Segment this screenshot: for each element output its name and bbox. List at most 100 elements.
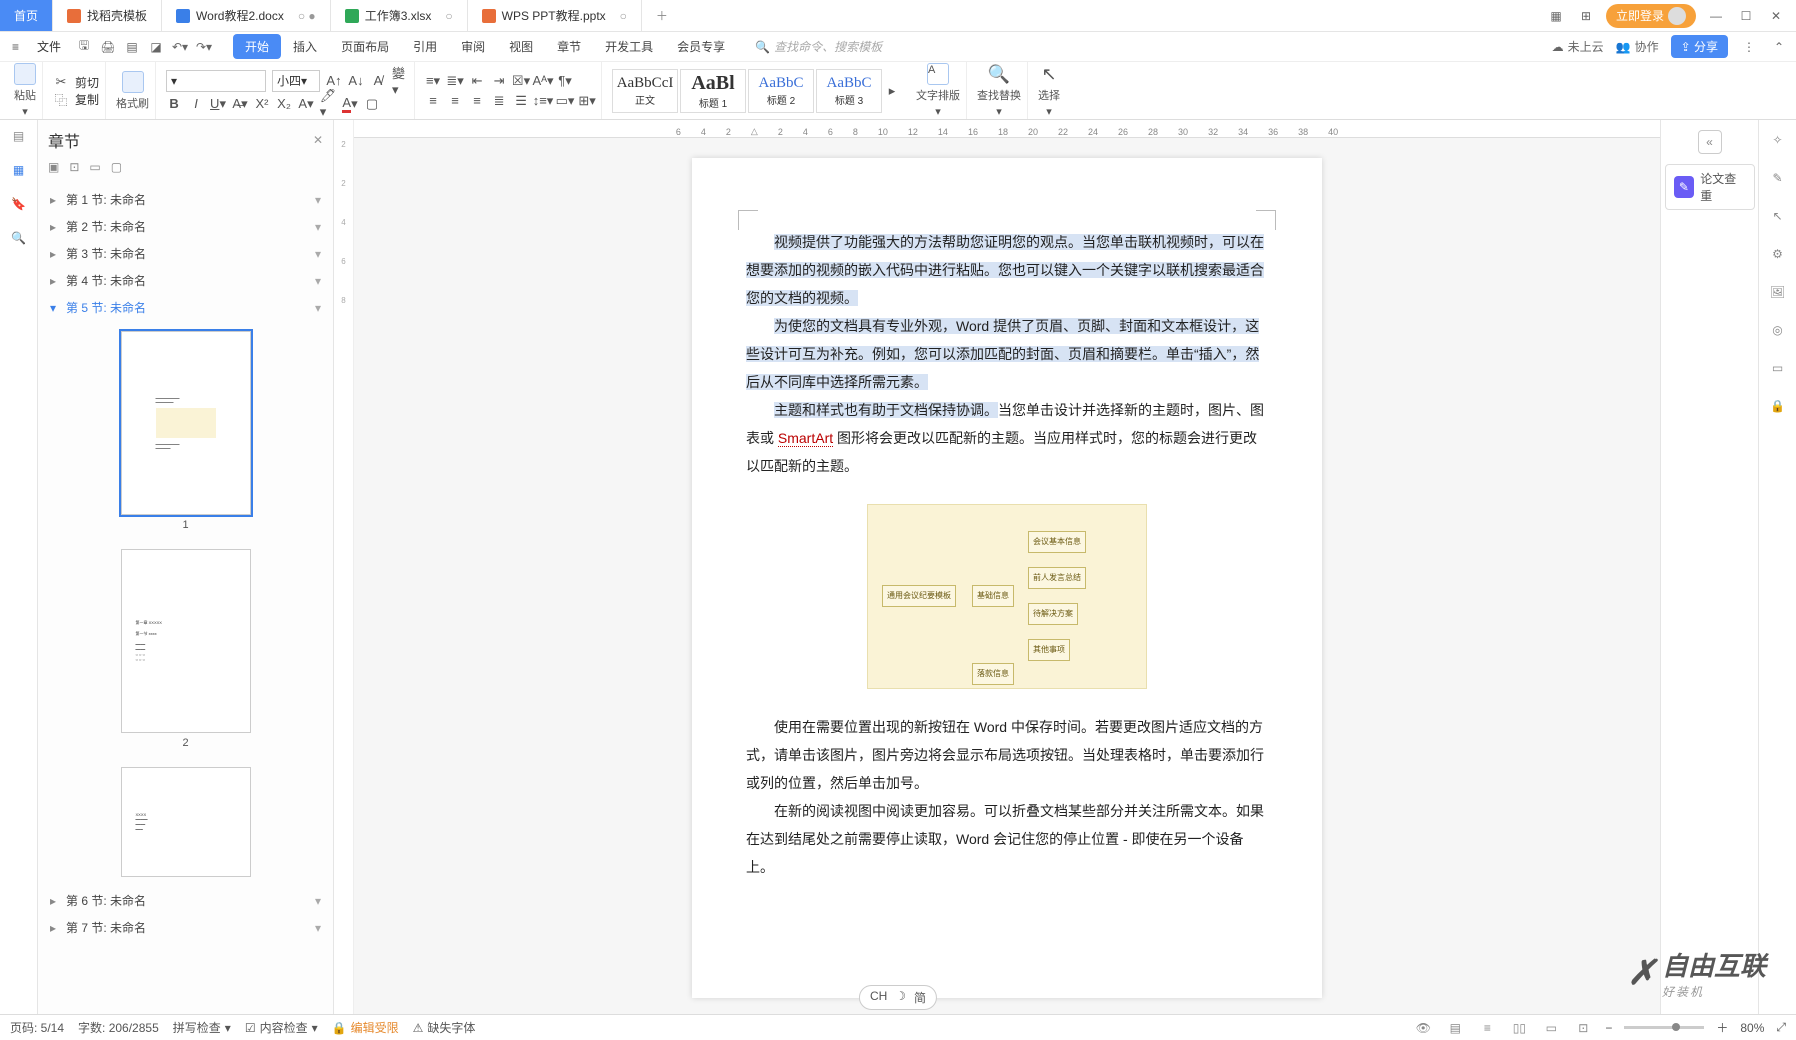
highlight-icon[interactable]: 🖊▾ <box>320 96 336 112</box>
zoom-out-button[interactable]: − <box>1605 1021 1612 1035</box>
nav-tool-2-icon[interactable]: ⊡ <box>69 160 79 174</box>
collab-button[interactable]: 👥协作 <box>1616 38 1659 55</box>
quick-icon[interactable]: ◪ <box>147 38 165 56</box>
rtab-layout[interactable]: 页面布局 <box>329 34 401 59</box>
tab-xlsx[interactable]: 工作簿3.xlsx○ <box>331 0 468 31</box>
shading-icon[interactable]: ▭▾ <box>557 93 573 109</box>
style-h3[interactable]: AaBbC标题 3 <box>816 69 882 113</box>
distribute-icon[interactable]: ☰ <box>513 93 529 109</box>
view-eye-icon[interactable]: 👁 <box>1413 1018 1433 1038</box>
close-window-button[interactable]: ✕ <box>1766 6 1786 26</box>
selected-text[interactable]: 视频提供了功能强大的方法帮助您证明您的观点。当您单击联机视频时，可以在想要添加的… <box>746 234 1264 306</box>
section-item[interactable]: ▸第 7 节: 未命名▾ <box>42 914 329 941</box>
minimize-button[interactable]: — <box>1706 6 1726 26</box>
text-effect-icon[interactable]: A▾ <box>298 96 314 112</box>
rtab-vip[interactable]: 会员专享 <box>665 34 737 59</box>
section-item[interactable]: ▸第 4 节: 未命名▾ <box>42 267 329 294</box>
copy-button[interactable]: ⿻复制 <box>53 91 99 108</box>
rtab-dev[interactable]: 开发工具 <box>593 34 665 59</box>
tab-home[interactable]: 首页 <box>0 0 53 31</box>
font-size-select[interactable]: 小四▾ <box>272 70 320 92</box>
close-tab-icon[interactable]: ○ ● <box>298 9 316 23</box>
print-preview-icon[interactable]: ▤ <box>123 38 141 56</box>
asian-layout-icon[interactable]: Aᴬ▾ <box>535 73 551 89</box>
collapse-right-icon[interactable]: « <box>1698 130 1722 154</box>
rr-book-icon[interactable]: ▭ <box>1768 358 1788 378</box>
format-brush-button[interactable]: 格式刷 <box>116 71 149 111</box>
select-button[interactable]: ↖选择▾ <box>1038 64 1060 118</box>
bookmark-icon[interactable]: 🔖 <box>9 194 29 214</box>
undo-icon[interactable]: ↶▾ <box>171 38 189 56</box>
smartart-text[interactable]: SmartArt <box>778 430 833 447</box>
document-scroll[interactable]: 视频提供了功能强大的方法帮助您证明您的观点。当您单击联机视频时，可以在想要添加的… <box>354 138 1660 1014</box>
grow-font-icon[interactable]: A↑ <box>326 73 342 89</box>
underline-icon[interactable]: U▾ <box>210 96 226 112</box>
ime-indicator[interactable]: CH☽简 <box>859 985 937 1010</box>
spell-check[interactable]: 拼写检查 ▾ <box>173 1019 231 1036</box>
clear-format-icon[interactable]: A̸ <box>370 73 386 89</box>
rr-pen-icon[interactable]: ✎ <box>1768 168 1788 188</box>
indent-icon[interactable]: ⇥ <box>491 73 507 89</box>
close-tab-icon[interactable]: ○ <box>620 9 627 23</box>
bullets-icon[interactable]: ≡▾ <box>425 73 441 89</box>
maximize-button[interactable]: ☐ <box>1736 6 1756 26</box>
view-web-icon[interactable]: ▭ <box>1541 1018 1561 1038</box>
redo-icon[interactable]: ↷▾ <box>195 38 213 56</box>
bold-icon[interactable]: B <box>166 96 182 112</box>
body-text[interactable]: 在新的阅读视图中阅读更加容易。可以折叠文档某些部分并关注所需文本。如果在达到结尾… <box>746 797 1268 881</box>
rr-image-icon[interactable]: 🖼 <box>1768 282 1788 302</box>
subscript-icon[interactable]: X₂ <box>276 96 292 112</box>
find-replace-button[interactable]: 🔍查找替换▾ <box>977 64 1021 118</box>
view-page-icon[interactable]: ▤ <box>1445 1018 1465 1038</box>
align-justify-icon[interactable]: ≣ <box>491 93 507 109</box>
rr-lock-icon[interactable]: 🔒 <box>1768 396 1788 416</box>
cloud-status[interactable]: ☁未上云 <box>1552 38 1604 55</box>
numbering-icon[interactable]: ≣▾ <box>447 73 463 89</box>
page-thumbnail-1[interactable]: ▬▬▬▬▬▬▬▬▬▬▬▬▬▬▬▬▬▬▬▬▬▬▬▬▬▬▬ <box>121 331 251 515</box>
align-right-icon[interactable]: ≡ <box>469 93 485 109</box>
page-indicator[interactable]: 页码: 5/14 <box>10 1019 64 1036</box>
word-count[interactable]: 字数: 206/2855 <box>78 1019 159 1036</box>
align-left-icon[interactable]: ≡ <box>425 93 441 109</box>
strike-icon[interactable]: A̶▾ <box>232 96 248 112</box>
missing-font[interactable]: ⚠ 缺失字体 <box>413 1019 476 1036</box>
close-panel-icon[interactable]: ✕ <box>313 133 323 147</box>
save-icon[interactable]: 🖫 <box>75 38 93 56</box>
page-thumbnail-3[interactable]: XXXX━━━━━━━━━━━━ <box>121 767 251 877</box>
rr-location-icon[interactable]: ◎ <box>1768 320 1788 340</box>
collapse-ribbon-icon[interactable]: ⌃ <box>1770 38 1788 56</box>
section-item[interactable]: ▸第 1 节: 未命名▾ <box>42 186 329 213</box>
file-menu[interactable]: 文件 <box>29 38 69 55</box>
menu-icon[interactable]: ≡ <box>8 40 23 54</box>
zoom-in-button[interactable]: ＋ <box>1716 1019 1728 1036</box>
rtab-ref[interactable]: 引用 <box>401 34 449 59</box>
style-gallery-more-icon[interactable]: ▸ <box>884 83 900 99</box>
borders-icon[interactable]: ⊞▾ <box>579 93 595 109</box>
phonetic-icon[interactable]: 變▾ <box>392 73 408 89</box>
zoom-level[interactable]: 80% <box>1740 1021 1764 1035</box>
style-h1[interactable]: AaBl标题 1 <box>680 69 746 113</box>
fullscreen-icon[interactable]: ⤢ <box>1776 1020 1786 1035</box>
tab-ppt[interactable]: WPS PPT教程.pptx○ <box>468 0 642 31</box>
essay-check-button[interactable]: ✎论文查重 <box>1665 164 1755 210</box>
rtab-view[interactable]: 视图 <box>497 34 545 59</box>
section-item-active[interactable]: ▾第 5 节: 未命名▾ <box>42 294 329 321</box>
cut-button[interactable]: ✂剪切 <box>53 74 99 91</box>
diagram-image[interactable]: 通用会议纪要模板 基础信息 会议基本信息 前人发言总结 待解决方案 其他事项 落… <box>867 504 1147 689</box>
close-tab-icon[interactable]: ○ <box>445 9 452 23</box>
superscript-icon[interactable]: X² <box>254 96 270 112</box>
view-read-icon[interactable]: ▯▯ <box>1509 1018 1529 1038</box>
shrink-font-icon[interactable]: A↓ <box>348 73 364 89</box>
nav-tool-1-icon[interactable]: ▣ <box>48 160 59 174</box>
view-focus-icon[interactable]: ⊡ <box>1573 1018 1593 1038</box>
page-thumbnail-2[interactable]: 第一章 XXXXX第一节 xxxx━━━━━━━━○ ○ ○○ ○ ○ <box>121 549 251 733</box>
body-text[interactable]: 使用在需要位置出现的新按钮在 Word 中保存时间。若要更改图片适应文档的方式，… <box>746 713 1268 797</box>
thumbnails-icon[interactable]: ▦ <box>9 160 29 180</box>
more-icon[interactable]: ⋮ <box>1740 38 1758 56</box>
share-button[interactable]: ⇪ 分享 <box>1671 35 1728 58</box>
italic-icon[interactable]: I <box>188 96 204 112</box>
section-item[interactable]: ▸第 6 节: 未命名▾ <box>42 887 329 914</box>
horizontal-ruler[interactable]: 642△ 2468 10121416 18202224 26283032 343… <box>354 120 1660 138</box>
char-border-icon[interactable]: ▢ <box>364 96 380 112</box>
style-normal[interactable]: AaBbCcI正文 <box>612 69 678 113</box>
